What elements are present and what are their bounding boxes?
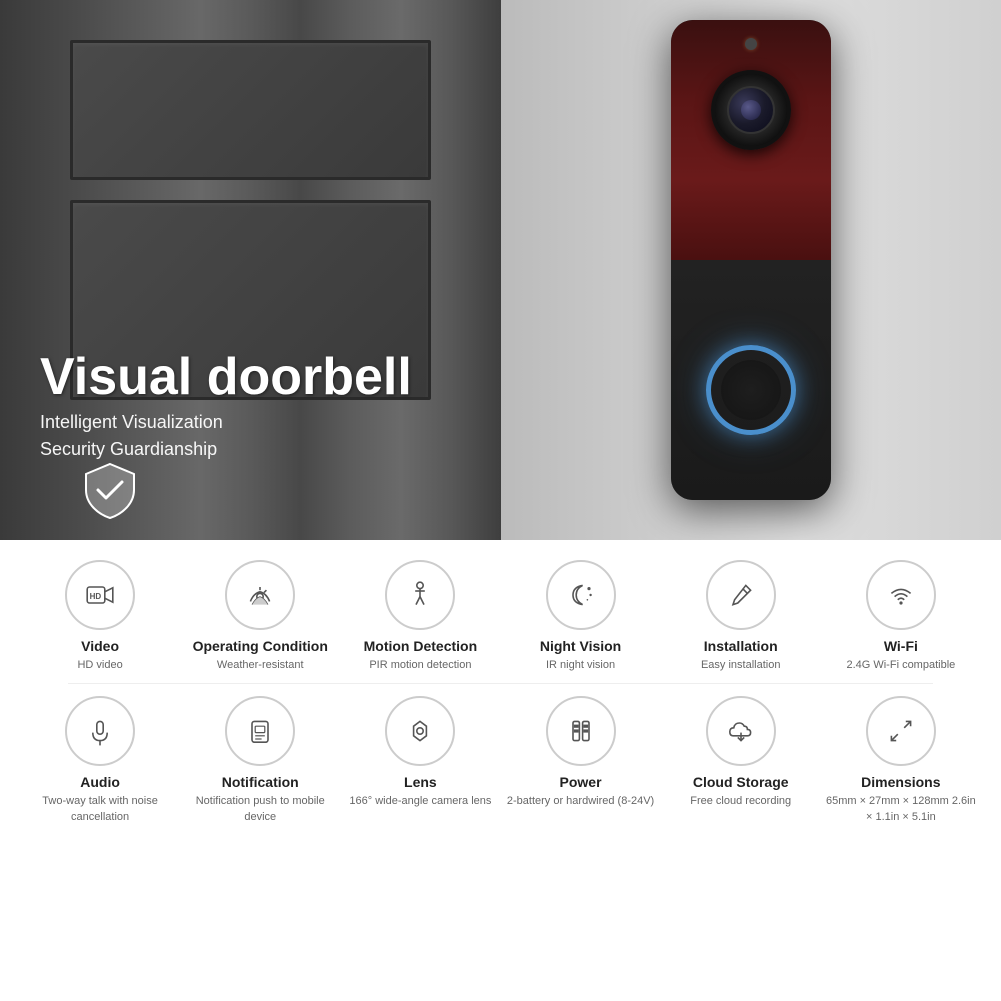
features-section: HD Video HD video Operating Condition Weathe… <box>0 540 1001 1001</box>
operating-icon <box>225 560 295 630</box>
cloud-desc: Free cloud recording <box>690 794 791 809</box>
device-ir-sensor <box>745 38 757 50</box>
feature-audio: Audio Two-way talk with noise cancellatio… <box>23 696 178 825</box>
hero-text-block: Visual doorbell Intelligent Visualizatio… <box>40 349 412 460</box>
audio-title: Audio <box>80 774 120 790</box>
device-bell-button <box>706 345 796 435</box>
wifi-title: Wi-Fi <box>884 638 918 654</box>
motion-desc: PIR motion detection <box>369 658 471 673</box>
power-desc: 2-battery or hardwired (8-24V) <box>507 794 654 809</box>
device-camera-core <box>741 100 761 120</box>
hero-title: Visual doorbell <box>40 349 412 406</box>
lens-icon <box>385 696 455 766</box>
installation-desc: Easy installation <box>701 658 781 673</box>
night-desc: IR night vision <box>546 658 615 673</box>
hero-right-panel <box>501 0 1001 540</box>
feature-lens: Lens 166° wide-angle camera lens <box>343 696 498 825</box>
dimensions-title: Dimensions <box>861 774 940 790</box>
lens-desc: 166° wide-angle camera lens <box>349 794 491 809</box>
night-icon <box>546 560 616 630</box>
features-divider <box>68 683 933 684</box>
feature-dimensions: Dimensions 65mm × 27mm × 128mm 2.6in × 1.… <box>823 696 978 825</box>
video-title: Video <box>81 638 119 654</box>
dimensions-icon <box>866 696 936 766</box>
notification-title: Notification <box>222 774 299 790</box>
door-panel-top <box>70 40 431 180</box>
night-title: Night Vision <box>540 638 621 654</box>
feature-wifi: Wi-Fi 2.4G Wi-Fi compatible <box>823 560 978 673</box>
feature-motion: Motion Detection PIR motion detection <box>343 560 498 673</box>
video-icon: HD <box>65 560 135 630</box>
operating-desc: Weather-resistant <box>217 658 304 673</box>
shield-icon <box>80 460 140 520</box>
dimensions-desc: 65mm × 27mm × 128mm 2.6in × 1.1in × 5.1i… <box>823 794 978 825</box>
notification-desc: Notification push to mobile device <box>183 794 338 825</box>
hero-left-panel: Visual doorbell Intelligent Visualizatio… <box>0 0 501 540</box>
features-row-2: Audio Two-way talk with noise cancellatio… <box>20 696 981 825</box>
device-bottom <box>671 260 831 500</box>
lens-title: Lens <box>404 774 437 790</box>
feature-operating: Operating Condition Weather-resistant <box>183 560 338 673</box>
cloud-title: Cloud Storage <box>693 774 789 790</box>
hero-subtitle2: Security Guardianship <box>40 439 412 460</box>
installation-icon <box>706 560 776 630</box>
feature-cloud: Cloud Storage Free cloud recording <box>663 696 818 825</box>
device-bell-inner <box>721 360 781 420</box>
audio-desc: Two-way talk with noise cancellation <box>23 794 178 825</box>
power-title: Power <box>560 774 602 790</box>
installation-title: Installation <box>704 638 778 654</box>
hero-subtitle1: Intelligent Visualization <box>40 412 412 433</box>
hero-section: Visual doorbell Intelligent Visualizatio… <box>0 0 1001 540</box>
doorbell-device <box>671 20 831 500</box>
wifi-desc: 2.4G Wi-Fi compatible <box>846 658 955 673</box>
feature-video: HD Video HD video <box>23 560 178 673</box>
motion-title: Motion Detection <box>364 638 478 654</box>
wifi-icon <box>866 560 936 630</box>
feature-night: Night Vision IR night vision <box>503 560 658 673</box>
device-camera-inner <box>727 86 775 134</box>
feature-power: Power 2-battery or hardwired (8-24V) <box>503 696 658 825</box>
cloud-icon <box>706 696 776 766</box>
motion-icon <box>385 560 455 630</box>
feature-notification: Notification Notification push to mobile … <box>183 696 338 825</box>
power-icon <box>546 696 616 766</box>
video-desc: HD video <box>77 658 122 673</box>
operating-title: Operating Condition <box>193 638 328 654</box>
audio-icon <box>65 696 135 766</box>
notification-icon <box>225 696 295 766</box>
device-top <box>671 20 831 260</box>
device-camera-outer <box>711 70 791 150</box>
features-row-1: HD Video HD video Operating Condition Weathe… <box>20 560 981 673</box>
feature-installation: Installation Easy installation <box>663 560 818 673</box>
svg-text:HD: HD <box>90 592 102 601</box>
